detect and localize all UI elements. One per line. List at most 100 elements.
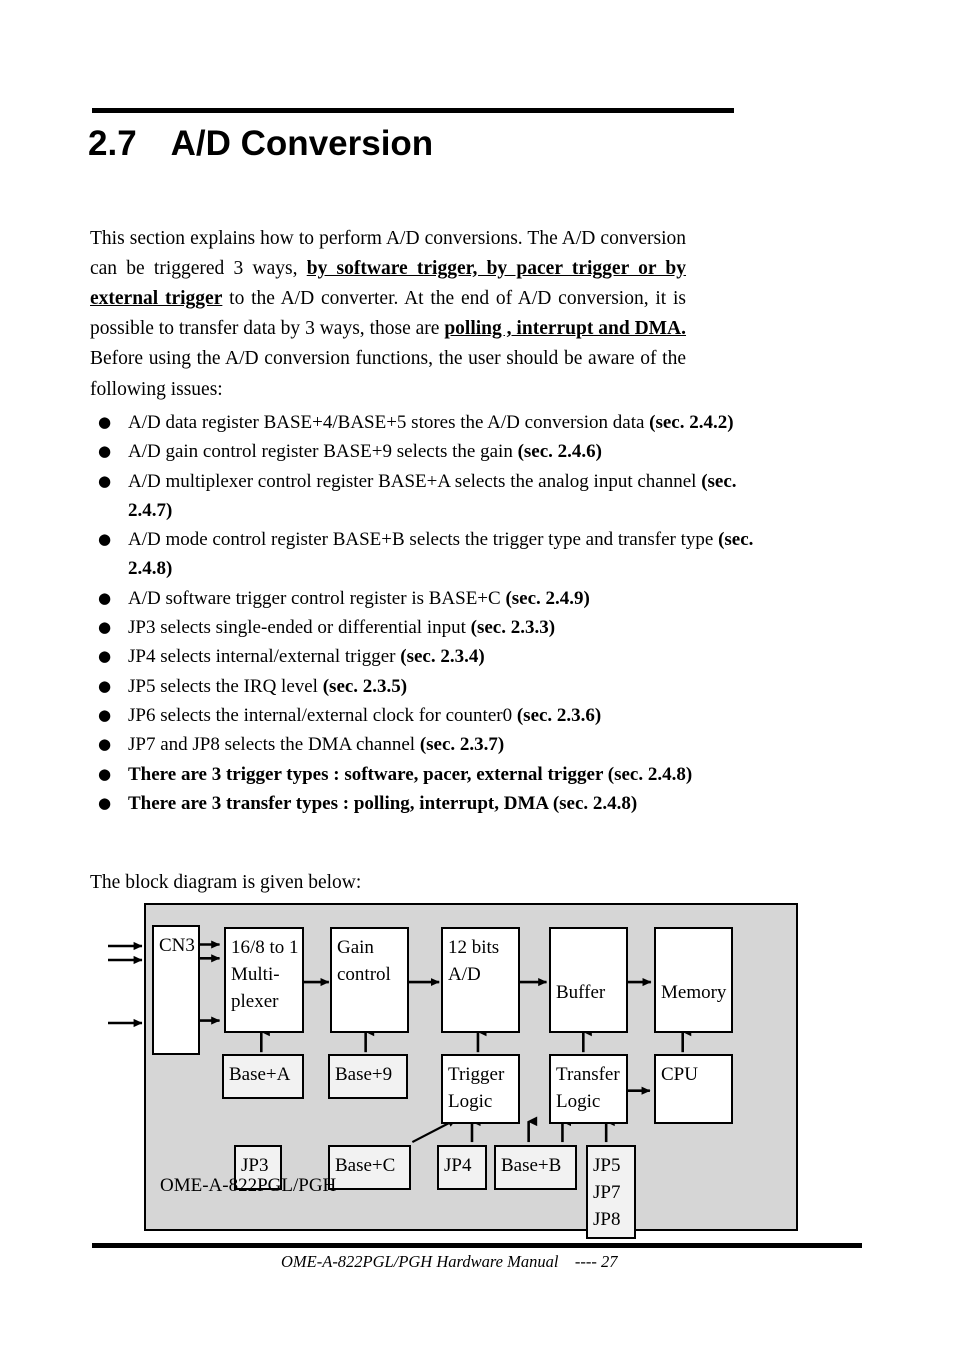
bullet-icon: ● xyxy=(98,413,112,431)
bullet-icon: ● xyxy=(98,676,112,695)
diagram-box-base-b: Base+B xyxy=(494,1145,577,1190)
diagram-box-base-9: Base+9 xyxy=(328,1054,408,1099)
diagram-box-gain-control-line1: Gain xyxy=(337,937,374,958)
list-item-text: A/D mode control register BASE+B selects… xyxy=(128,525,776,584)
list-item-text: A/D software trigger control register is… xyxy=(128,584,776,613)
diagram-lead-in-text: The block diagram is given below: xyxy=(90,872,362,893)
list-item-section-ref: (sec. 2.3.5) xyxy=(322,675,408,697)
list-item-text: A/D data register BASE+4/BASE+5 stores t… xyxy=(128,408,776,437)
diagram-box-base-b-label: Base+B xyxy=(501,1155,562,1176)
diagram-box-multiplexer-line2: Multi- xyxy=(231,964,280,985)
section-title-text: A/D Conversion xyxy=(170,124,434,163)
list-item: ● A/D gain control register BASE+9 selec… xyxy=(96,437,776,466)
list-item: ● JP7 and JP8 selects the DMA channel (s… xyxy=(96,730,776,759)
list-item: ● A/D multiplexer control register BASE+… xyxy=(96,467,776,526)
bullet-icon: ● xyxy=(98,764,112,783)
list-item-text: JP5 selects the IRQ level (sec. 2.3.5) xyxy=(128,672,776,701)
list-item-section-ref: (sec. 2.4.2) xyxy=(649,412,734,433)
diagram-box-transfer-logic: Transfer Logic xyxy=(549,1054,628,1124)
list-item-body: There are 3 transfer types : polling, in… xyxy=(128,792,638,814)
diagram-box-multiplexer: 16/8 to 1 Multi- plexer xyxy=(224,927,304,1033)
section-number: 2.7 xyxy=(88,124,137,163)
diagram-box-cn3-label: CN3 xyxy=(159,935,195,956)
list-item: ● A/D mode control register BASE+B selec… xyxy=(96,525,776,584)
diagram-box-transfer-logic-line2: Logic xyxy=(556,1091,601,1112)
diagram-box-memory: Memory xyxy=(654,927,733,1033)
diagram-box-base-c: Base+C xyxy=(328,1145,411,1190)
list-item-text: A/D gain control register BASE+9 selects… xyxy=(128,437,776,466)
diagram-box-trigger-logic-line1: Trigger xyxy=(448,1064,505,1085)
list-item-section-ref: (sec. 2.3.4) xyxy=(400,646,485,668)
list-item-body: JP7 and JP8 selects the DMA channel xyxy=(128,734,420,756)
list-item-body: A/D mode control register BASE+B selects… xyxy=(128,529,719,551)
list-item-text: A/D multiplexer control register BASE+A … xyxy=(128,467,776,526)
diagram-box-memory-label: Memory xyxy=(661,982,727,1003)
diagram-box-cn3: CN3 xyxy=(152,925,200,1055)
list-item-body: A/D data register BASE+4/BASE+5 stores t… xyxy=(128,412,650,433)
list-item-section-ref: (sec. 2.4.6) xyxy=(517,441,602,463)
diagram-box-base-a: Base+A xyxy=(222,1054,304,1099)
diagram-box-jp4: JP4 xyxy=(437,1145,487,1190)
footer-text: OME-A-822PGL/PGH Hardware Manual ---- 27 xyxy=(281,1252,618,1271)
list-item-section-ref: (sec. 2.4.9) xyxy=(505,587,590,609)
bullet-icon: ● xyxy=(98,442,112,461)
diagram-box-jp5-label: JP5 xyxy=(593,1155,621,1176)
diagram-box-adc-line1: 12 bits xyxy=(448,937,500,958)
list-item-section-ref: (sec. 2.3.3) xyxy=(470,617,556,639)
diagram-box-base-a-label: Base+A xyxy=(229,1064,291,1085)
list-item: ● JP3 selects single-ended or differenti… xyxy=(96,613,776,642)
list-item: ● JP5 selects the IRQ level (sec. 2.3.5) xyxy=(96,672,776,701)
diagram-box-trigger-logic: Trigger Logic xyxy=(441,1054,520,1124)
diagram-box-trigger-logic-line2: Logic xyxy=(448,1091,493,1112)
list-item-text: There are 3 transfer types : polling, in… xyxy=(128,789,776,818)
list-item-section-ref: (sec. 2.3.6) xyxy=(516,704,602,726)
diagram-box-jp5-jp7-jp8: JP5 JP7 JP8 xyxy=(586,1145,636,1239)
diagram-box-adc: 12 bits A/D xyxy=(441,927,520,1033)
list-item: ● A/D software trigger control register … xyxy=(96,584,776,613)
diagram-box-multiplexer-line1: 16/8 to 1 xyxy=(231,937,299,958)
list-item-body: There are 3 trigger types : software, pa… xyxy=(128,763,693,785)
diagram-box-buffer: Buffer xyxy=(549,927,628,1033)
diagram-box-gain-control: Gain control xyxy=(330,927,409,1033)
list-item: ● A/D data register BASE+4/BASE+5 stores… xyxy=(96,408,776,437)
list-item-body: JP3 selects single-ended or differential… xyxy=(128,617,471,639)
list-item-body: A/D gain control register BASE+9 selects… xyxy=(128,441,518,463)
list-item-text: JP7 and JP8 selects the DMA channel (sec… xyxy=(128,730,776,759)
footer-rule xyxy=(92,1243,862,1248)
list-item: ● There are 3 trigger types : software, … xyxy=(96,760,776,789)
issues-bullet-list: ● A/D data register BASE+4/BASE+5 stores… xyxy=(96,408,776,818)
list-item-text: JP6 selects the internal/external clock … xyxy=(128,701,776,730)
bullet-icon: ● xyxy=(98,530,112,549)
bullet-icon: ● xyxy=(98,705,112,724)
diagram-box-gain-control-line2: control xyxy=(337,964,391,985)
diagram-box-jp7-label: JP7 xyxy=(593,1182,621,1203)
page-title: 2.7 A/D Conversion xyxy=(88,124,433,164)
diagram-box-cpu: CPU xyxy=(654,1054,733,1124)
diagram-box-cpu-label: CPU xyxy=(661,1064,698,1085)
bullet-icon: ● xyxy=(98,793,112,812)
list-item-body: JP6 selects the internal/external clock … xyxy=(128,704,517,726)
list-item-body: A/D multiplexer control register BASE+A … xyxy=(128,470,702,492)
diagram-box-jp4-label: JP4 xyxy=(444,1155,472,1176)
list-item-text: JP3 selects single-ended or differential… xyxy=(128,613,776,642)
list-item-body: JP5 selects the IRQ level xyxy=(128,675,323,697)
diagram-caption-board-name: OME-A-822PGL/PGH xyxy=(160,1175,337,1196)
diagram-box-multiplexer-line3: plexer xyxy=(231,991,279,1012)
diagram-box-jp8-label: JP8 xyxy=(593,1209,621,1230)
intro-text-3: Before using the A/D conversion function… xyxy=(90,348,686,400)
bullet-icon: ● xyxy=(98,588,112,607)
list-item-section-ref: (sec. 2.3.7) xyxy=(419,734,505,756)
diagram-box-transfer-logic-line1: Transfer xyxy=(556,1064,620,1085)
diagram-box-buffer-label: Buffer xyxy=(556,982,606,1003)
bullet-icon: ● xyxy=(98,471,112,490)
diagram-box-base-9-label: Base+9 xyxy=(335,1064,393,1085)
diagram-box-base-c-label: Base+C xyxy=(335,1155,396,1176)
bullet-icon: ● xyxy=(98,735,112,754)
list-item-body: A/D software trigger control register is… xyxy=(128,587,506,609)
list-item: ● JP4 selects internal/external trigger … xyxy=(96,642,776,671)
list-item-text: There are 3 trigger types : software, pa… xyxy=(128,760,776,789)
intro-emphasis-transfer-modes: polling , interrupt and DMA. xyxy=(444,318,687,340)
list-item-text: JP4 selects internal/external trigger (s… xyxy=(128,642,776,671)
diagram-box-adc-line2: A/D xyxy=(448,964,481,985)
list-item-body: JP4 selects internal/external trigger xyxy=(128,646,401,668)
